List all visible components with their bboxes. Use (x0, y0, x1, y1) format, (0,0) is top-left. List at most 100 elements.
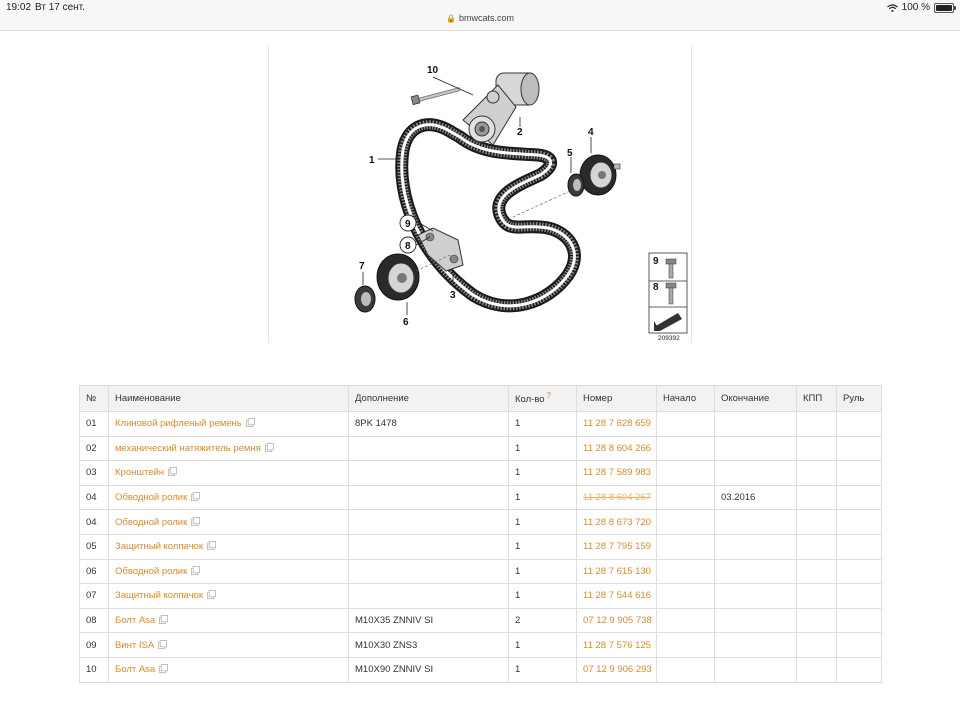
part-name-link[interactable]: Болт Asa (115, 664, 155, 675)
row-start (656, 533, 715, 560)
row-end (714, 533, 797, 560)
external-link-icon[interactable] (191, 516, 201, 526)
row-start (656, 632, 715, 658)
part-name-link[interactable]: Болт Asa (115, 615, 155, 626)
callout-4: 4 (588, 127, 594, 138)
part-name-link[interactable]: Клиновой рифленый ремень (115, 418, 242, 429)
row-num: 04 (79, 509, 109, 535)
row-number-cell: 11 28 8 604 267 (576, 484, 657, 511)
part-number-link[interactable]: 11 28 7 576 125 (583, 640, 651, 651)
part-name-link[interactable]: Обводной ролик (115, 566, 187, 577)
row-gearbox (796, 509, 837, 535)
external-link-icon[interactable] (158, 639, 168, 649)
part-name-link[interactable]: Обводной ролик (115, 517, 187, 528)
row-start (656, 558, 715, 585)
part-name-link[interactable]: Обводной ролик (115, 492, 187, 503)
lock-icon: 🔒 (446, 14, 456, 23)
external-link-icon[interactable] (245, 418, 255, 428)
external-link-icon[interactable] (159, 664, 169, 674)
row-gearbox (796, 583, 837, 609)
row-end (714, 632, 797, 658)
part-number-link[interactable]: 11 28 8 604 266 (583, 443, 651, 454)
belt-drive-illustration: 10 2 1 5 4 9 8 7 3 6 9 8 209392 (354, 65, 688, 342)
row-end (714, 656, 797, 683)
row-addition (348, 460, 509, 486)
col-header-number: Номер (576, 385, 657, 412)
part-number-link[interactable]: 11 28 8 673 720 (583, 517, 651, 528)
url-text: bmwcats.com (458, 13, 514, 23)
row-qty: 1 (508, 509, 577, 535)
parts-table: № Наименование Дополнение Кол-во? Номер … (79, 385, 882, 683)
legend-label-8: 8 (653, 282, 659, 293)
qty-help-link[interactable]: ? (547, 391, 551, 400)
external-link-icon[interactable] (168, 467, 178, 477)
row-addition (348, 484, 509, 511)
part-number-link[interactable]: 11 28 7 589 983 (583, 467, 651, 478)
part-number-link[interactable]: 11 28 7 615 130 (583, 566, 651, 577)
part-name-link[interactable]: Кронштейн (115, 467, 164, 478)
callout-2: 2 (517, 127, 523, 138)
callout-3: 3 (450, 290, 456, 301)
col-header-addition: Дополнение (348, 385, 509, 412)
part-name-link[interactable]: Защитный колпачок (115, 541, 203, 552)
table-row: 01 Клиновой рифленый ремень 8PK 1478 1 11 28… (79, 411, 882, 437)
row-name-cell: механический натяжитель ремня (108, 435, 349, 462)
external-link-icon[interactable] (207, 590, 217, 600)
bolt-10 (410, 87, 461, 106)
part-number-link[interactable]: 11 28 8 604 267 (583, 492, 651, 503)
row-name-cell: Болт Asa (108, 607, 349, 634)
external-link-icon[interactable] (191, 492, 201, 502)
row-end: 03.2016 (714, 484, 797, 511)
row-addition: M10X90 ZNNIV SI (348, 656, 509, 683)
external-link-icon[interactable] (264, 442, 274, 452)
row-name-cell: Обводной ролик (108, 484, 349, 511)
row-name-cell: Защитный колпачок (108, 533, 349, 560)
bracket-3 (417, 227, 464, 272)
row-number-cell: 11 28 8 604 266 (576, 435, 657, 462)
row-qty: 1 (508, 460, 577, 486)
table-header-row: № Наименование Дополнение Кол-во? Номер … (79, 385, 882, 412)
part-name-link[interactable]: механический натяжитель ремня (115, 443, 261, 454)
row-num: 09 (79, 632, 109, 658)
row-name-cell: Кронштейн (108, 460, 349, 486)
table-row: 03 Кронштейн 1 11 28 7 589 983 (79, 460, 882, 486)
row-gearbox (796, 607, 837, 634)
row-end (714, 509, 797, 535)
external-link-icon[interactable] (207, 541, 217, 551)
part-number-link[interactable]: 11 28 7 628 659 (583, 418, 651, 429)
row-gearbox (796, 484, 837, 511)
callout-6: 6 (403, 317, 409, 328)
row-gearbox (796, 632, 837, 658)
col-header-qty: Кол-во? (508, 385, 577, 412)
col-header-steering: Руль (836, 385, 882, 412)
callout-1: 1 (369, 155, 375, 166)
row-end (714, 435, 797, 462)
table-row: 10 Болт Asa M10X90 ZNNIV SI 1 07 12 9 906 29… (79, 656, 882, 683)
address-bar[interactable]: 🔒 bmwcats.com (0, 13, 960, 23)
row-num: 05 (79, 533, 109, 560)
part-number-link[interactable]: 07 12 9 906 293 (583, 664, 652, 675)
row-steering (836, 558, 882, 585)
part-name-link[interactable]: Защитный колпачок (115, 590, 203, 601)
status-indicators: 100 % (886, 2, 956, 13)
part-number-link[interactable]: 11 28 7 544 616 (583, 590, 651, 601)
belt-1 (395, 118, 581, 313)
part-number-link[interactable]: 07 12 9 905 738 (583, 615, 652, 626)
part-number-link[interactable]: 11 28 7 795 159 (583, 541, 651, 552)
legend-label-9: 9 (653, 256, 659, 267)
row-num: 04 (79, 484, 109, 511)
row-number-cell: 11 28 7 544 616 (576, 583, 657, 609)
part-name-link[interactable]: Винт ISA (115, 640, 154, 651)
callout-8: 8 (405, 241, 411, 252)
external-link-icon[interactable] (191, 565, 201, 575)
row-start (656, 435, 715, 462)
row-qty: 1 (508, 533, 577, 560)
row-num: 03 (79, 460, 109, 486)
row-end (714, 558, 797, 585)
row-num: 08 (79, 607, 109, 634)
external-link-icon[interactable] (159, 615, 169, 625)
idler-pulley-6 (376, 253, 420, 301)
table-row: 04 Обводной ролик 1 11 28 8 604 267 03.2016 (79, 484, 882, 511)
battery-percent: 100 % (901, 2, 930, 13)
idler-pulley-4 (579, 154, 621, 196)
